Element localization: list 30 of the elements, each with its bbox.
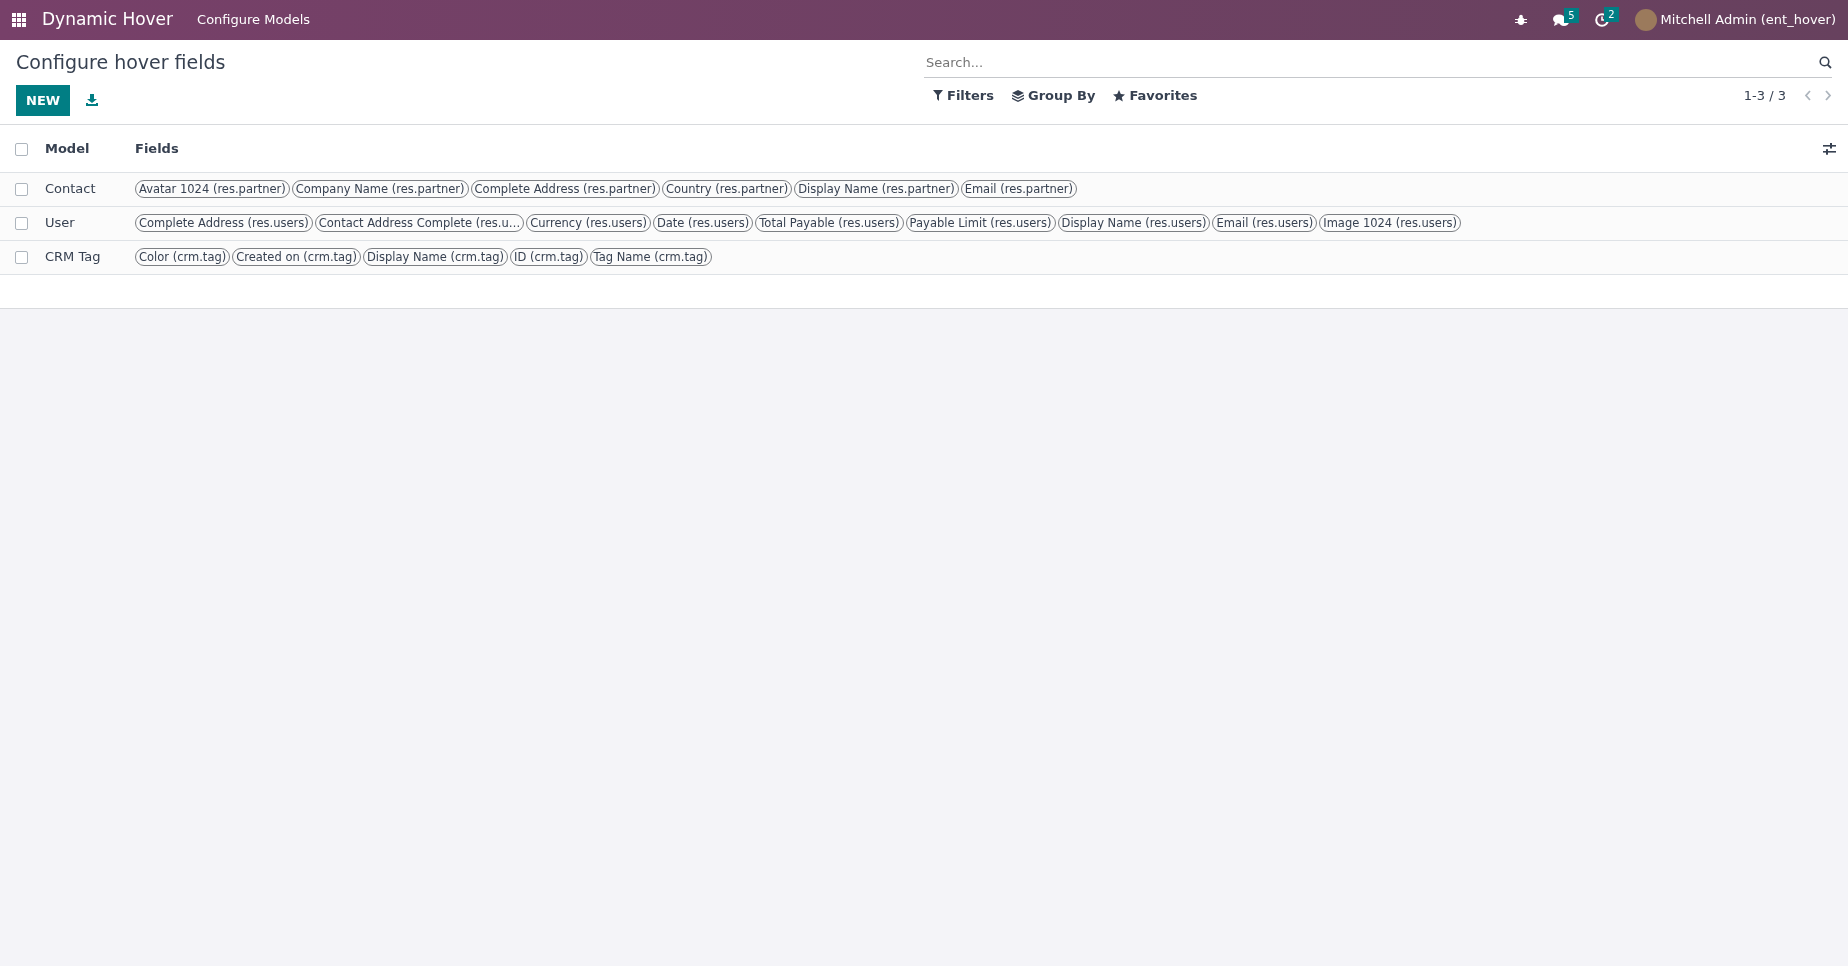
model-name: Contact	[45, 181, 96, 197]
search-field[interactable]: Search...	[924, 51, 1819, 74]
activity-count: 2	[1604, 7, 1619, 22]
filter-button[interactable]: Favorites	[1113, 86, 1198, 106]
select-all-checkbox[interactable]	[15, 142, 28, 156]
funnel-icon	[933, 90, 943, 102]
row-checkbox[interactable]	[15, 251, 28, 265]
settings-sliders-icon[interactable]	[1823, 143, 1836, 155]
app-grid-icon[interactable]	[12, 13, 26, 27]
clock-icon[interactable]	[1594, 13, 1609, 27]
message-count: 5	[1564, 7, 1579, 23]
column-header[interactable]: Fields	[135, 140, 179, 156]
download-icon[interactable]	[86, 94, 99, 107]
page-title: Configure hover fields	[16, 50, 227, 75]
filter-button[interactable]: Group By	[1012, 86, 1096, 106]
layers-icon	[1012, 89, 1024, 102]
app-name[interactable]: Dynamic Hover	[42, 7, 174, 33]
row-checkbox[interactable]	[15, 183, 28, 197]
new-button[interactable]: NEW	[16, 84, 71, 116]
user-name[interactable]: Mitchell Admin (ent_hover)	[1660, 10, 1836, 30]
column-header[interactable]: Model	[45, 140, 90, 156]
star-icon	[1113, 89, 1126, 102]
filter-button[interactable]: Filters	[933, 86, 994, 106]
menu-item[interactable]: Configure Models	[197, 10, 311, 30]
pager: 1-3 / 3	[1743, 87, 1786, 105]
model-name: CRM Tag	[45, 249, 101, 265]
search-icon[interactable]	[1819, 56, 1832, 69]
row-checkbox[interactable]	[15, 217, 28, 231]
model-name: User	[45, 215, 75, 231]
bug-icon[interactable]	[1514, 14, 1527, 26]
